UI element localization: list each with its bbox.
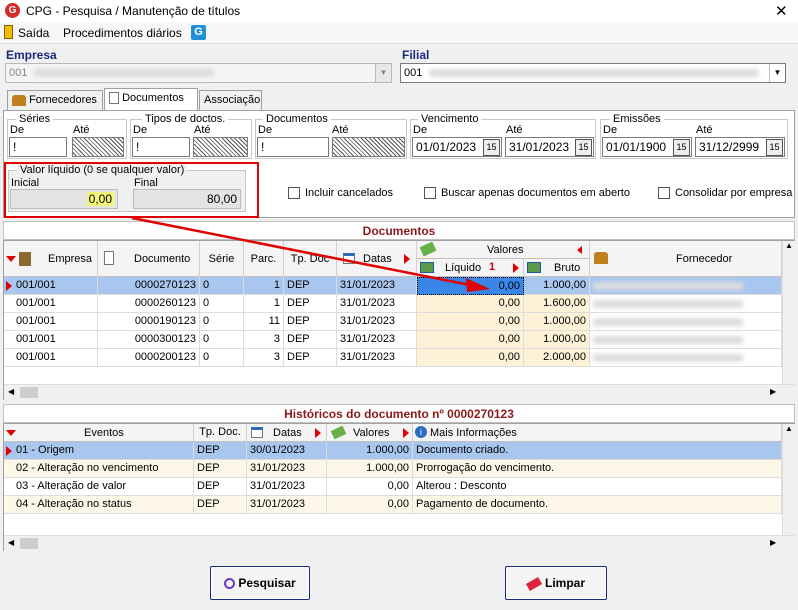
- hist-cell-info[interactable]: Alterou : Desconto: [413, 478, 782, 496]
- hist-cell-evento[interactable]: 03 - Alteração de valor: [4, 478, 194, 496]
- hist-cell-evento[interactable]: 01 - Origem: [4, 442, 194, 460]
- info-icon: i: [415, 426, 427, 438]
- hist-cell-evento[interactable]: 04 - Alteração no status: [4, 496, 194, 514]
- limpar-button[interactable]: Limpar: [505, 566, 607, 600]
- col-hist-info[interactable]: i Mais Informações: [413, 424, 782, 442]
- pesquisar-button[interactable]: Pesquisar: [210, 566, 310, 600]
- search-icon: [224, 578, 236, 590]
- vertical-scrollbar[interactable]: ▲: [782, 424, 795, 536]
- hist-cell-tpdoc[interactable]: DEP: [194, 496, 247, 514]
- hist-cell-data[interactable]: 31/01/2023: [247, 460, 327, 478]
- historicos-grid: Eventos Tp. Doc. Datas Valores i Mais In…: [3, 423, 795, 551]
- col-hist-datas-label: Datas: [273, 427, 302, 439]
- col-hist-datas[interactable]: Datas: [247, 424, 327, 442]
- pesquisar-label: Pesquisar: [238, 576, 296, 590]
- limpar-label: Limpar: [544, 576, 585, 590]
- hist-cell-data[interactable]: 30/01/2023: [247, 442, 327, 460]
- col-hist-valores[interactable]: Valores: [327, 424, 413, 442]
- sort-arrow-icon: [403, 428, 409, 438]
- hist-cell-data[interactable]: 31/01/2023: [247, 496, 327, 514]
- hist-cell-valor[interactable]: 0,00: [327, 478, 413, 496]
- hist-cell-evento[interactable]: 02 - Alteração no vencimento: [4, 460, 194, 478]
- hist-cell-info[interactable]: Documento criado.: [413, 442, 782, 460]
- historicos-section-title: Históricos do documento nº 0000270123: [3, 404, 795, 423]
- col-eventos-label: Eventos: [84, 427, 124, 439]
- calendar-icon: [251, 427, 263, 438]
- col-hist-info-label: Mais Informações: [430, 427, 517, 439]
- eraser-icon: [525, 576, 543, 591]
- hist-cell-tpdoc[interactable]: DEP: [194, 442, 247, 460]
- hist-cell-data[interactable]: 31/01/2023: [247, 478, 327, 496]
- current-row-indicator-icon: [6, 446, 12, 456]
- sort-arrow-icon: [315, 428, 321, 438]
- horizontal-scrollbar[interactable]: ◀ ▶: [4, 535, 795, 551]
- col-eventos[interactable]: Eventos: [4, 424, 194, 442]
- sort-indicator-icon: [6, 430, 16, 436]
- hist-cell-info[interactable]: Pagamento de documento.: [413, 496, 782, 514]
- hist-cell-valor[interactable]: 1.000,00: [327, 442, 413, 460]
- hist-cell-valor[interactable]: 1.000,00: [327, 460, 413, 478]
- money-icon: [330, 425, 347, 440]
- hist-cell-info[interactable]: Prorrogação do vencimento.: [413, 460, 782, 478]
- hist-cell-tpdoc[interactable]: DEP: [194, 478, 247, 496]
- col-hist-tpdoc[interactable]: Tp. Doc.: [194, 424, 247, 442]
- hist-cell-tpdoc[interactable]: DEP: [194, 460, 247, 478]
- hist-cell-valor[interactable]: 0,00: [327, 496, 413, 514]
- col-hist-valores-label: Valores: [353, 427, 390, 439]
- scroll-thumb[interactable]: [20, 538, 38, 549]
